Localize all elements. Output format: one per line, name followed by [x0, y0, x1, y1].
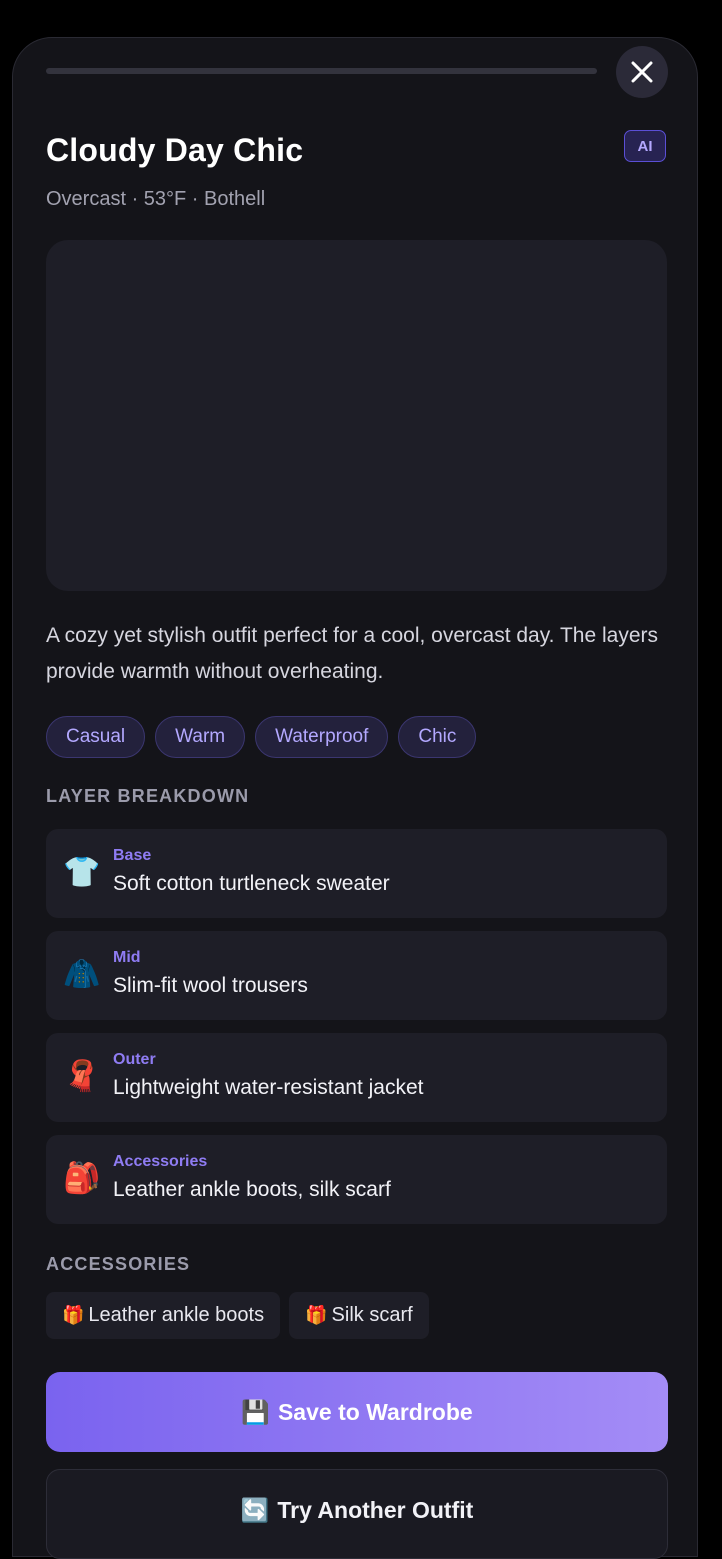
layer-name: Accessories	[113, 1153, 208, 1170]
outfit-description: A cozy yet stylish outfit perfect for a …	[46, 624, 658, 683]
layer-card-mid: 🧥 Mid Slim-fit wool trousers	[46, 931, 667, 1020]
coat-icon: 🧥	[63, 958, 101, 991]
accessory-chip: 🎁 Leather ankle boots	[46, 1292, 281, 1339]
layer-name: Base	[113, 847, 152, 864]
accessories-heading: ACCESSORIES	[46, 1254, 191, 1274]
outfit-image-placeholder	[46, 240, 667, 591]
outfit-title: Cloudy Day Chic	[46, 132, 304, 168]
tag-chip: Waterproof	[255, 716, 389, 758]
try-button-label: Try Another Outfit	[277, 1497, 474, 1523]
layer-description: Slim-fit wool trousers	[113, 974, 308, 997]
accessory-label: Leather ankle boots	[88, 1304, 265, 1326]
close-button[interactable]	[616, 46, 668, 98]
floppy-disk-icon: 💾	[241, 1398, 270, 1425]
scarf-icon: 🧣	[63, 1060, 101, 1093]
layer-description: Soft cotton turtleneck sweater	[113, 872, 390, 895]
drag-handle[interactable]	[46, 68, 597, 74]
weather-subtitle: Overcast · 53°F · Bothell	[46, 188, 266, 210]
layer-breakdown-heading: LAYER BREAKDOWN	[46, 786, 250, 806]
tag-list: Casual Warm Waterproof Chic	[46, 716, 477, 758]
gift-icon: 🎁	[305, 1305, 328, 1325]
save-button-label: Save to Wardrobe	[277, 1398, 473, 1425]
ai-badge: AI	[624, 130, 666, 162]
layer-description: Lightweight water-resistant jacket	[113, 1076, 424, 1099]
accessory-label: Silk scarf	[331, 1304, 413, 1326]
refresh-icon: 🔄	[240, 1497, 270, 1523]
gift-icon: 🎁	[62, 1305, 85, 1325]
shirt-icon: 👕	[63, 856, 101, 889]
layer-description: Leather ankle boots, silk scarf	[113, 1178, 391, 1201]
layer-card-outer: 🧣 Outer Lightweight water-resistant jack…	[46, 1033, 667, 1122]
tag-chip: Chic	[398, 716, 477, 758]
layer-card-base: 👕 Base Soft cotton turtleneck sweater	[46, 829, 667, 918]
try-another-outfit-button[interactable]: 🔄 Try Another Outfit	[46, 1469, 668, 1559]
layer-card-accessories: 🎒 Accessories Leather ankle boots, silk …	[46, 1135, 667, 1224]
accessory-chip: 🎁 Silk scarf	[289, 1292, 429, 1339]
close-icon	[631, 61, 653, 83]
outfit-sheet: Cloudy Day Chic AI Overcast · 53°F · Bot…	[12, 37, 698, 1559]
layer-name: Mid	[113, 949, 141, 966]
accessory-list: 🎁 Leather ankle boots 🎁 Silk scarf	[46, 1292, 429, 1339]
backpack-icon: 🎒	[63, 1162, 101, 1195]
tag-chip: Warm	[155, 716, 246, 758]
layer-name: Outer	[113, 1051, 156, 1068]
layer-list: 👕 Base Soft cotton turtleneck sweater 🧥 …	[46, 829, 667, 1224]
save-to-wardrobe-button[interactable]: 💾 Save to Wardrobe	[46, 1372, 668, 1452]
tag-chip: Casual	[46, 716, 146, 758]
